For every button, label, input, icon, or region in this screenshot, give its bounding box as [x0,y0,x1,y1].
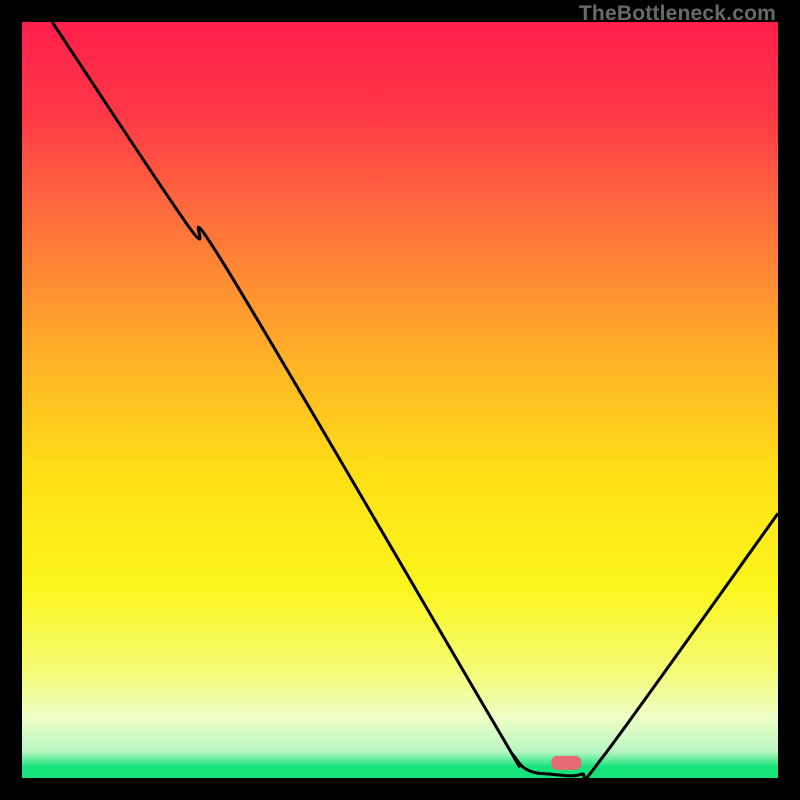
gradient-background [22,22,778,778]
optimal-marker [551,756,581,770]
watermark-text: TheBottleneck.com [579,2,776,26]
chart-frame [22,22,778,778]
bottleneck-chart [22,22,778,778]
